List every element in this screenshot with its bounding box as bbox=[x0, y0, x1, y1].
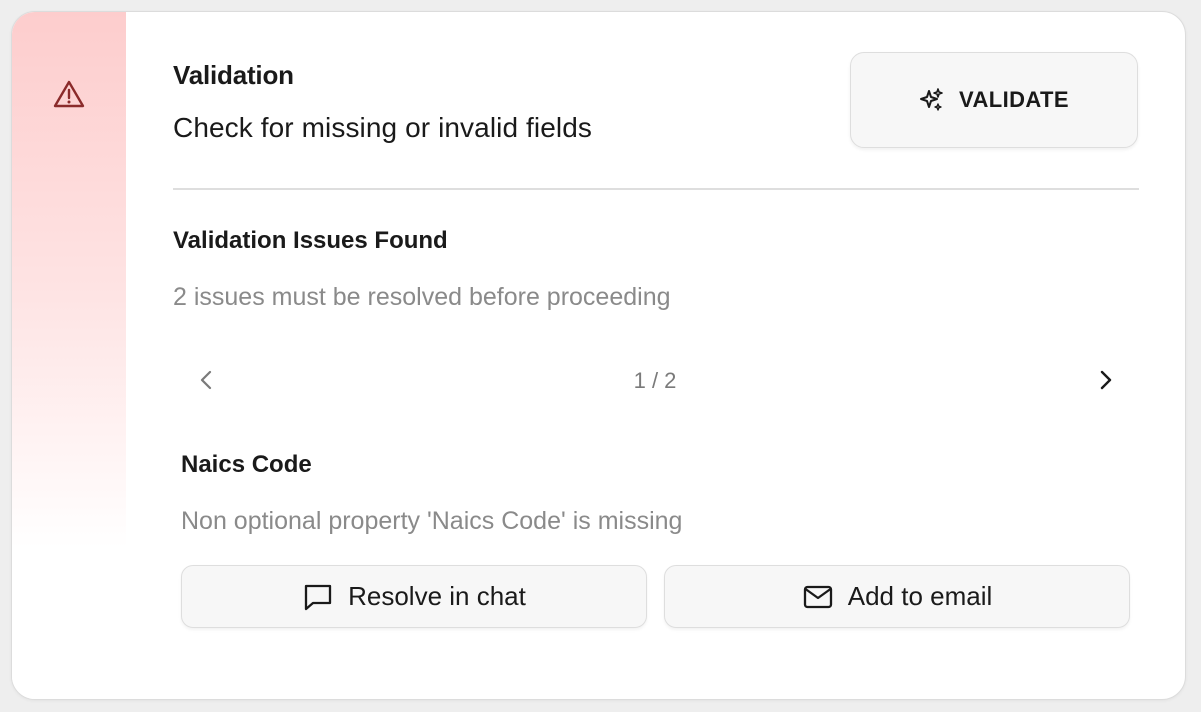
resolve-in-chat-label: Resolve in chat bbox=[348, 581, 526, 611]
validate-button-label: VALIDATE bbox=[959, 87, 1069, 112]
validate-button[interactable]: VALIDATE bbox=[850, 52, 1138, 148]
chat-bubble-icon bbox=[302, 582, 334, 612]
next-issue-button[interactable] bbox=[1092, 366, 1120, 394]
sparkles-icon bbox=[919, 87, 945, 113]
issues-title: Validation Issues Found bbox=[173, 227, 448, 254]
issue-message: Non optional property 'Naics Code' is mi… bbox=[181, 507, 683, 535]
validation-card: Validation Check for missing or invalid … bbox=[11, 11, 1186, 700]
issues-summary: 2 issues must be resolved before proceed… bbox=[173, 283, 671, 311]
add-to-email-label: Add to email bbox=[847, 581, 993, 611]
card-title: Validation bbox=[173, 60, 294, 90]
issue-field-name: Naics Code bbox=[181, 451, 312, 478]
previous-issue-button[interactable] bbox=[192, 366, 220, 394]
mail-icon bbox=[802, 584, 834, 610]
add-to-email-button[interactable]: Add to email bbox=[664, 565, 1130, 628]
chevron-right-icon bbox=[1099, 369, 1113, 391]
divider bbox=[173, 188, 1139, 190]
resolve-in-chat-button[interactable]: Resolve in chat bbox=[181, 565, 647, 628]
warning-triangle-icon bbox=[52, 79, 86, 109]
chevron-left-icon bbox=[199, 369, 213, 391]
card-subtitle: Check for missing or invalid fields bbox=[173, 112, 592, 143]
pager-indicator: 1 / 2 bbox=[633, 368, 677, 393]
status-strip bbox=[12, 12, 126, 699]
